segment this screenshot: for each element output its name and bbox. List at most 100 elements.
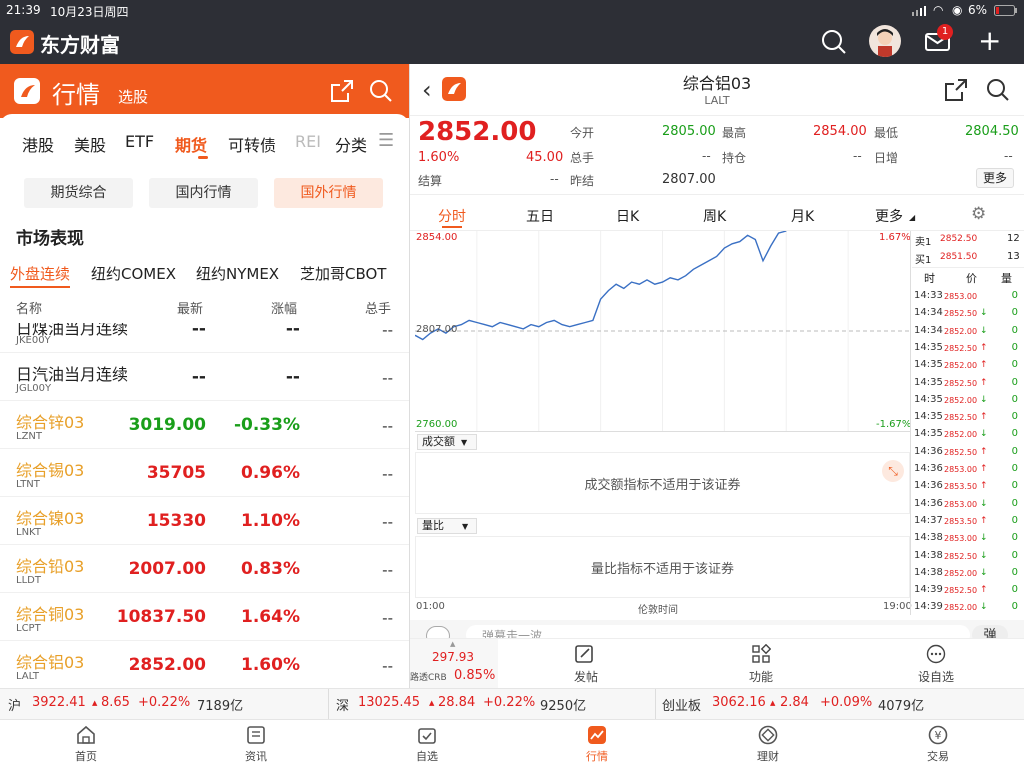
list-item[interactable]: 综合锡03 LTNT 35705 0.96% -- (0, 449, 409, 497)
menu-icon[interactable]: ☰ (378, 130, 394, 151)
tick-volume: 0 (1011, 549, 1018, 561)
tick-time: 14:38 (914, 549, 943, 561)
tab-futures[interactable]: 期货 (175, 132, 207, 156)
nav-home[interactable]: 首页 (36, 720, 136, 770)
index-divider (328, 689, 329, 720)
share-icon[interactable] (944, 78, 968, 106)
function-button[interactable]: 功能 (749, 668, 773, 685)
function-grid-icon[interactable] (751, 643, 772, 668)
nav-trade[interactable]: ¥ 交易 (888, 720, 988, 770)
volume-message: 成交额指标不适用于该证券 (584, 478, 741, 493)
add-watchlist-button[interactable]: 设自选 (918, 668, 954, 685)
post-button[interactable]: 发帖 (574, 668, 598, 685)
intraday-chart[interactable] (415, 231, 910, 431)
tick-arrow: ↑ (980, 585, 988, 596)
tick-time: 14:36 (914, 480, 943, 492)
tick-arrow: ↓ (980, 602, 988, 613)
expand-icon[interactable]: ⤡ (882, 460, 904, 482)
brand-logo-icon (10, 30, 34, 54)
tick-arrow: ↑ (980, 342, 988, 353)
status-date: 10月23日周四 (50, 5, 129, 19)
tick-time: 14:35 (914, 411, 943, 423)
brand-name: 东方财富 (40, 33, 120, 57)
subtab-domestic[interactable]: 国内行情 (149, 178, 258, 208)
tick-price: 2852.50 (944, 586, 978, 596)
avatar[interactable] (869, 25, 901, 57)
list-item[interactable]: 综合镍03 LNKT 15330 1.10% -- (0, 497, 409, 545)
indicator-select[interactable]: 量比 ▼ (417, 518, 477, 534)
list-item[interactable]: 日汽油当月连续 JGL00Y -- -- -- (0, 353, 409, 401)
index-name: 创业板 (662, 699, 702, 714)
quote-search-icon[interactable] (986, 78, 1010, 106)
tick-arrow: ↑ (980, 360, 988, 371)
tick-volume: 0 (1011, 566, 1018, 578)
indicator-select[interactable]: 成交额 ▼ (417, 434, 477, 450)
tab-reits[interactable]: REI (295, 132, 325, 151)
edit-post-icon[interactable] (574, 644, 594, 668)
tick-volume: 0 (1011, 584, 1018, 596)
tab-hk[interactable]: 港股 (22, 132, 54, 156)
tick-price: 2852.00 (944, 568, 978, 578)
stock-picker-link[interactable]: 选股 (118, 86, 148, 107)
share-icon[interactable] (330, 79, 354, 107)
tick-time: 14:39 (914, 584, 943, 596)
tick-header-price: 价 (966, 272, 977, 285)
high-value: 2854.00 (813, 124, 867, 139)
daily-label: 日增 (874, 151, 899, 165)
tick-price: 2852.50 (944, 378, 978, 388)
tick-price: 2853.50 (944, 516, 978, 526)
tick-arrow: ↓ (980, 533, 988, 544)
tab-daily-k[interactable]: 日K (616, 206, 639, 226)
index-value: 13025.45 (358, 695, 421, 710)
exchange-tab-nymex[interactable]: 纽约NYMEX (196, 263, 279, 284)
tick-time: 14:36 (914, 445, 943, 457)
list-item[interactable]: 综合锌03 LZNT 3019.00 -0.33% -- (0, 401, 409, 449)
tab-convertible[interactable]: 可转债 (228, 132, 276, 156)
add-icon[interactable]: + (978, 27, 1001, 55)
market-search-icon[interactable] (369, 79, 393, 107)
index-value: 3922.41 (32, 695, 86, 710)
tick-price: 2852.00 (944, 395, 978, 405)
nav-news[interactable]: 资讯 (206, 720, 306, 770)
tab-category[interactable]: 分类 (335, 132, 367, 156)
list-item[interactable]: 日煤油当月连续 JKE00Y -- -- -- (0, 305, 409, 353)
tab-etf[interactable]: ETF (125, 132, 154, 151)
prev-settle-value: 2807.00 (662, 172, 716, 187)
tick-arrow: ↓ (980, 498, 988, 509)
sell1-price: 2852.50 (940, 234, 978, 244)
subtab-foreign[interactable]: 国外行情 (274, 178, 383, 208)
exchange-tab-cbot[interactable]: 芝加哥CBOT (300, 263, 386, 284)
tick-time: 14:39 (914, 601, 943, 613)
tab-more[interactable]: 更多 (875, 206, 903, 226)
chart-bottom-border (415, 431, 910, 432)
settings-icon[interactable]: ⚙ (971, 204, 986, 224)
more-button[interactable]: 更多 (976, 168, 1014, 188)
tab-monthly-k[interactable]: 月K (791, 206, 814, 226)
chart-mid-label: 2807.00 (416, 324, 458, 335)
chevron-down-icon: ▼ (462, 522, 469, 531)
tick-row: 14:37 2853.50 ↑ 0 (912, 513, 1024, 530)
lock-rotation-icon: ◉ (952, 3, 963, 17)
tick-price: 2853.50 (944, 482, 978, 492)
index-pct: +0.09% (820, 695, 873, 710)
tab-weekly-k[interactable]: 周K (703, 206, 726, 226)
exchange-tab-comex[interactable]: 纽约COMEX (91, 263, 176, 284)
market-logo-icon (14, 78, 40, 104)
tab-us[interactable]: 美股 (74, 132, 106, 156)
index-amount: 7189亿 (197, 699, 244, 714)
tab-five-day[interactable]: 五日 (526, 206, 554, 226)
list-item[interactable]: 综合铅03 LLDT 2007.00 0.83% -- (0, 545, 409, 593)
nav-market[interactable]: 行情 (547, 720, 647, 770)
tick-time: 14:35 (914, 341, 943, 353)
list-item[interactable]: 综合铝03 LALT 2852.00 1.60% -- (0, 641, 409, 688)
nav-watchlist[interactable]: 自选 (377, 720, 477, 770)
list-item[interactable]: 综合铜03 LCPT 10837.50 1.64% -- (0, 593, 409, 641)
tab-indicator (198, 156, 208, 159)
more-options-icon[interactable] (926, 644, 946, 668)
search-icon[interactable] (821, 29, 847, 59)
app-header: 东方财富 1 + (0, 20, 1024, 64)
subtab-futures-overview[interactable]: 期货综合 (24, 178, 133, 208)
tab-intraday[interactable]: 分时 (438, 206, 466, 226)
nav-wealth[interactable]: 理财 (718, 720, 818, 770)
exchange-tab-continuous[interactable]: 外盘连续 (10, 263, 70, 284)
